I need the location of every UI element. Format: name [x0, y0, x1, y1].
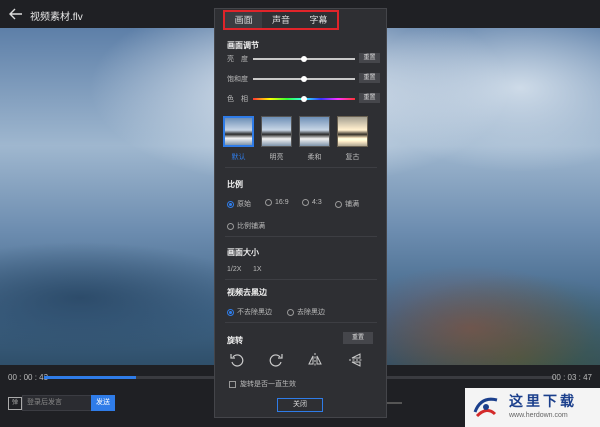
- rotate-title: 旋转: [227, 336, 243, 345]
- ratio-option-original[interactable]: 原始: [227, 199, 251, 209]
- radio-icon: [335, 200, 342, 208]
- divider: [225, 322, 377, 323]
- remove-border-label: 去除黑边: [297, 309, 325, 316]
- divider: [225, 279, 377, 280]
- window-title: 视频素材.flv: [30, 12, 83, 23]
- radio-icon: [227, 200, 234, 208]
- hue-reset-button[interactable]: 重置: [359, 93, 380, 103]
- ratio-option-4-3[interactable]: 4:3: [302, 199, 322, 206]
- danmu-input[interactable]: 登录后发言: [22, 395, 92, 411]
- rotate-left-icon[interactable]: [229, 352, 245, 368]
- size-title: 画面大小: [227, 248, 259, 257]
- progress-fill: [44, 376, 136, 379]
- back-arrow-icon[interactable]: [8, 6, 24, 22]
- hue-label: 色 相: [227, 96, 248, 103]
- ratio-option-label: 铺满: [345, 201, 359, 208]
- tab-picture[interactable]: 画面: [225, 12, 263, 28]
- site-logo-icon: [473, 397, 498, 418]
- filter-bright-thumb[interactable]: [261, 116, 292, 147]
- hue-knob[interactable]: [301, 96, 307, 102]
- radio-icon: [227, 222, 234, 230]
- saturation-knob[interactable]: [301, 76, 307, 82]
- picture-settings-panel: 画面 声音 字幕 画面调节 亮 度 重置 饱和度 重置 色 相 重置 默认 明亮…: [214, 8, 387, 418]
- saturation-reset-button[interactable]: 重置: [359, 73, 380, 83]
- picture-adjust-title: 画面调节: [227, 41, 259, 50]
- size-full[interactable]: 1X: [253, 266, 262, 273]
- filter-bright-label: 明亮: [269, 154, 284, 161]
- ratio-option-16-9[interactable]: 16:9: [265, 199, 289, 206]
- divider: [225, 236, 377, 237]
- radio-icon: [302, 199, 309, 206]
- ratio-option-label: 比例铺满: [237, 223, 265, 230]
- divider: [225, 167, 377, 168]
- send-button[interactable]: 发送: [91, 395, 115, 411]
- ratio-option-fill[interactable]: 铺满: [335, 199, 359, 209]
- brightness-reset-button[interactable]: 重置: [359, 53, 380, 63]
- flip-horizontal-icon[interactable]: [307, 352, 323, 368]
- checkbox-icon: [229, 380, 236, 388]
- saturation-label: 饱和度: [227, 76, 248, 83]
- size-half[interactable]: 1/2X: [227, 266, 241, 273]
- rotate-right-icon[interactable]: [268, 352, 284, 368]
- saturation-slider[interactable]: [253, 76, 355, 82]
- keep-border-option[interactable]: 不去除黑边: [227, 307, 272, 317]
- ratio-title: 比例: [227, 180, 243, 189]
- ratio-option-label: 原始: [237, 201, 251, 208]
- rotate-reset-button[interactable]: 重置: [343, 332, 373, 344]
- brightness-knob[interactable]: [301, 56, 307, 62]
- ratio-option-fit[interactable]: 比例铺满: [227, 221, 265, 231]
- rotate-always-apply[interactable]: 旋转是否一直生效: [229, 379, 296, 389]
- radio-icon: [227, 308, 234, 316]
- filter-retro-thumb[interactable]: [337, 116, 368, 147]
- ratio-option-label: 16:9: [275, 199, 289, 206]
- black-border-title: 视频去黑边: [227, 288, 267, 297]
- panel-close-button[interactable]: 关闭: [277, 398, 323, 412]
- rotate-always-apply-label: 旋转是否一直生效: [240, 381, 296, 388]
- filter-default-label: 默认: [231, 154, 246, 161]
- radio-icon: [265, 199, 272, 206]
- radio-icon: [287, 308, 294, 316]
- site-watermark: 这里下载 www.herdown.com: [465, 388, 600, 427]
- tab-bar: 画面 声音 字幕: [223, 10, 339, 30]
- current-time: 00 : 00 : 43: [8, 373, 49, 382]
- watermark-text: 这里下载: [509, 394, 577, 410]
- filter-default-thumb[interactable]: [223, 116, 254, 147]
- remove-border-option[interactable]: 去除黑边: [287, 307, 325, 317]
- filter-soft-label: 柔和: [307, 154, 322, 161]
- watermark-url: www.herdown.com: [509, 412, 568, 419]
- filter-retro-label: 复古: [345, 154, 360, 161]
- filter-soft-thumb[interactable]: [299, 116, 330, 147]
- hue-slider[interactable]: [253, 96, 355, 102]
- brightness-label: 亮 度: [227, 56, 248, 63]
- danmu-toggle-icon[interactable]: 弹: [8, 397, 22, 410]
- ratio-option-label: 4:3: [312, 199, 322, 206]
- total-time: 00 : 03 : 47: [551, 373, 592, 382]
- keep-border-label: 不去除黑边: [237, 309, 272, 316]
- brightness-slider[interactable]: [253, 56, 355, 62]
- tab-subtitle[interactable]: 字幕: [300, 12, 337, 28]
- tab-audio[interactable]: 声音: [262, 12, 299, 28]
- flip-vertical-icon[interactable]: [348, 352, 364, 368]
